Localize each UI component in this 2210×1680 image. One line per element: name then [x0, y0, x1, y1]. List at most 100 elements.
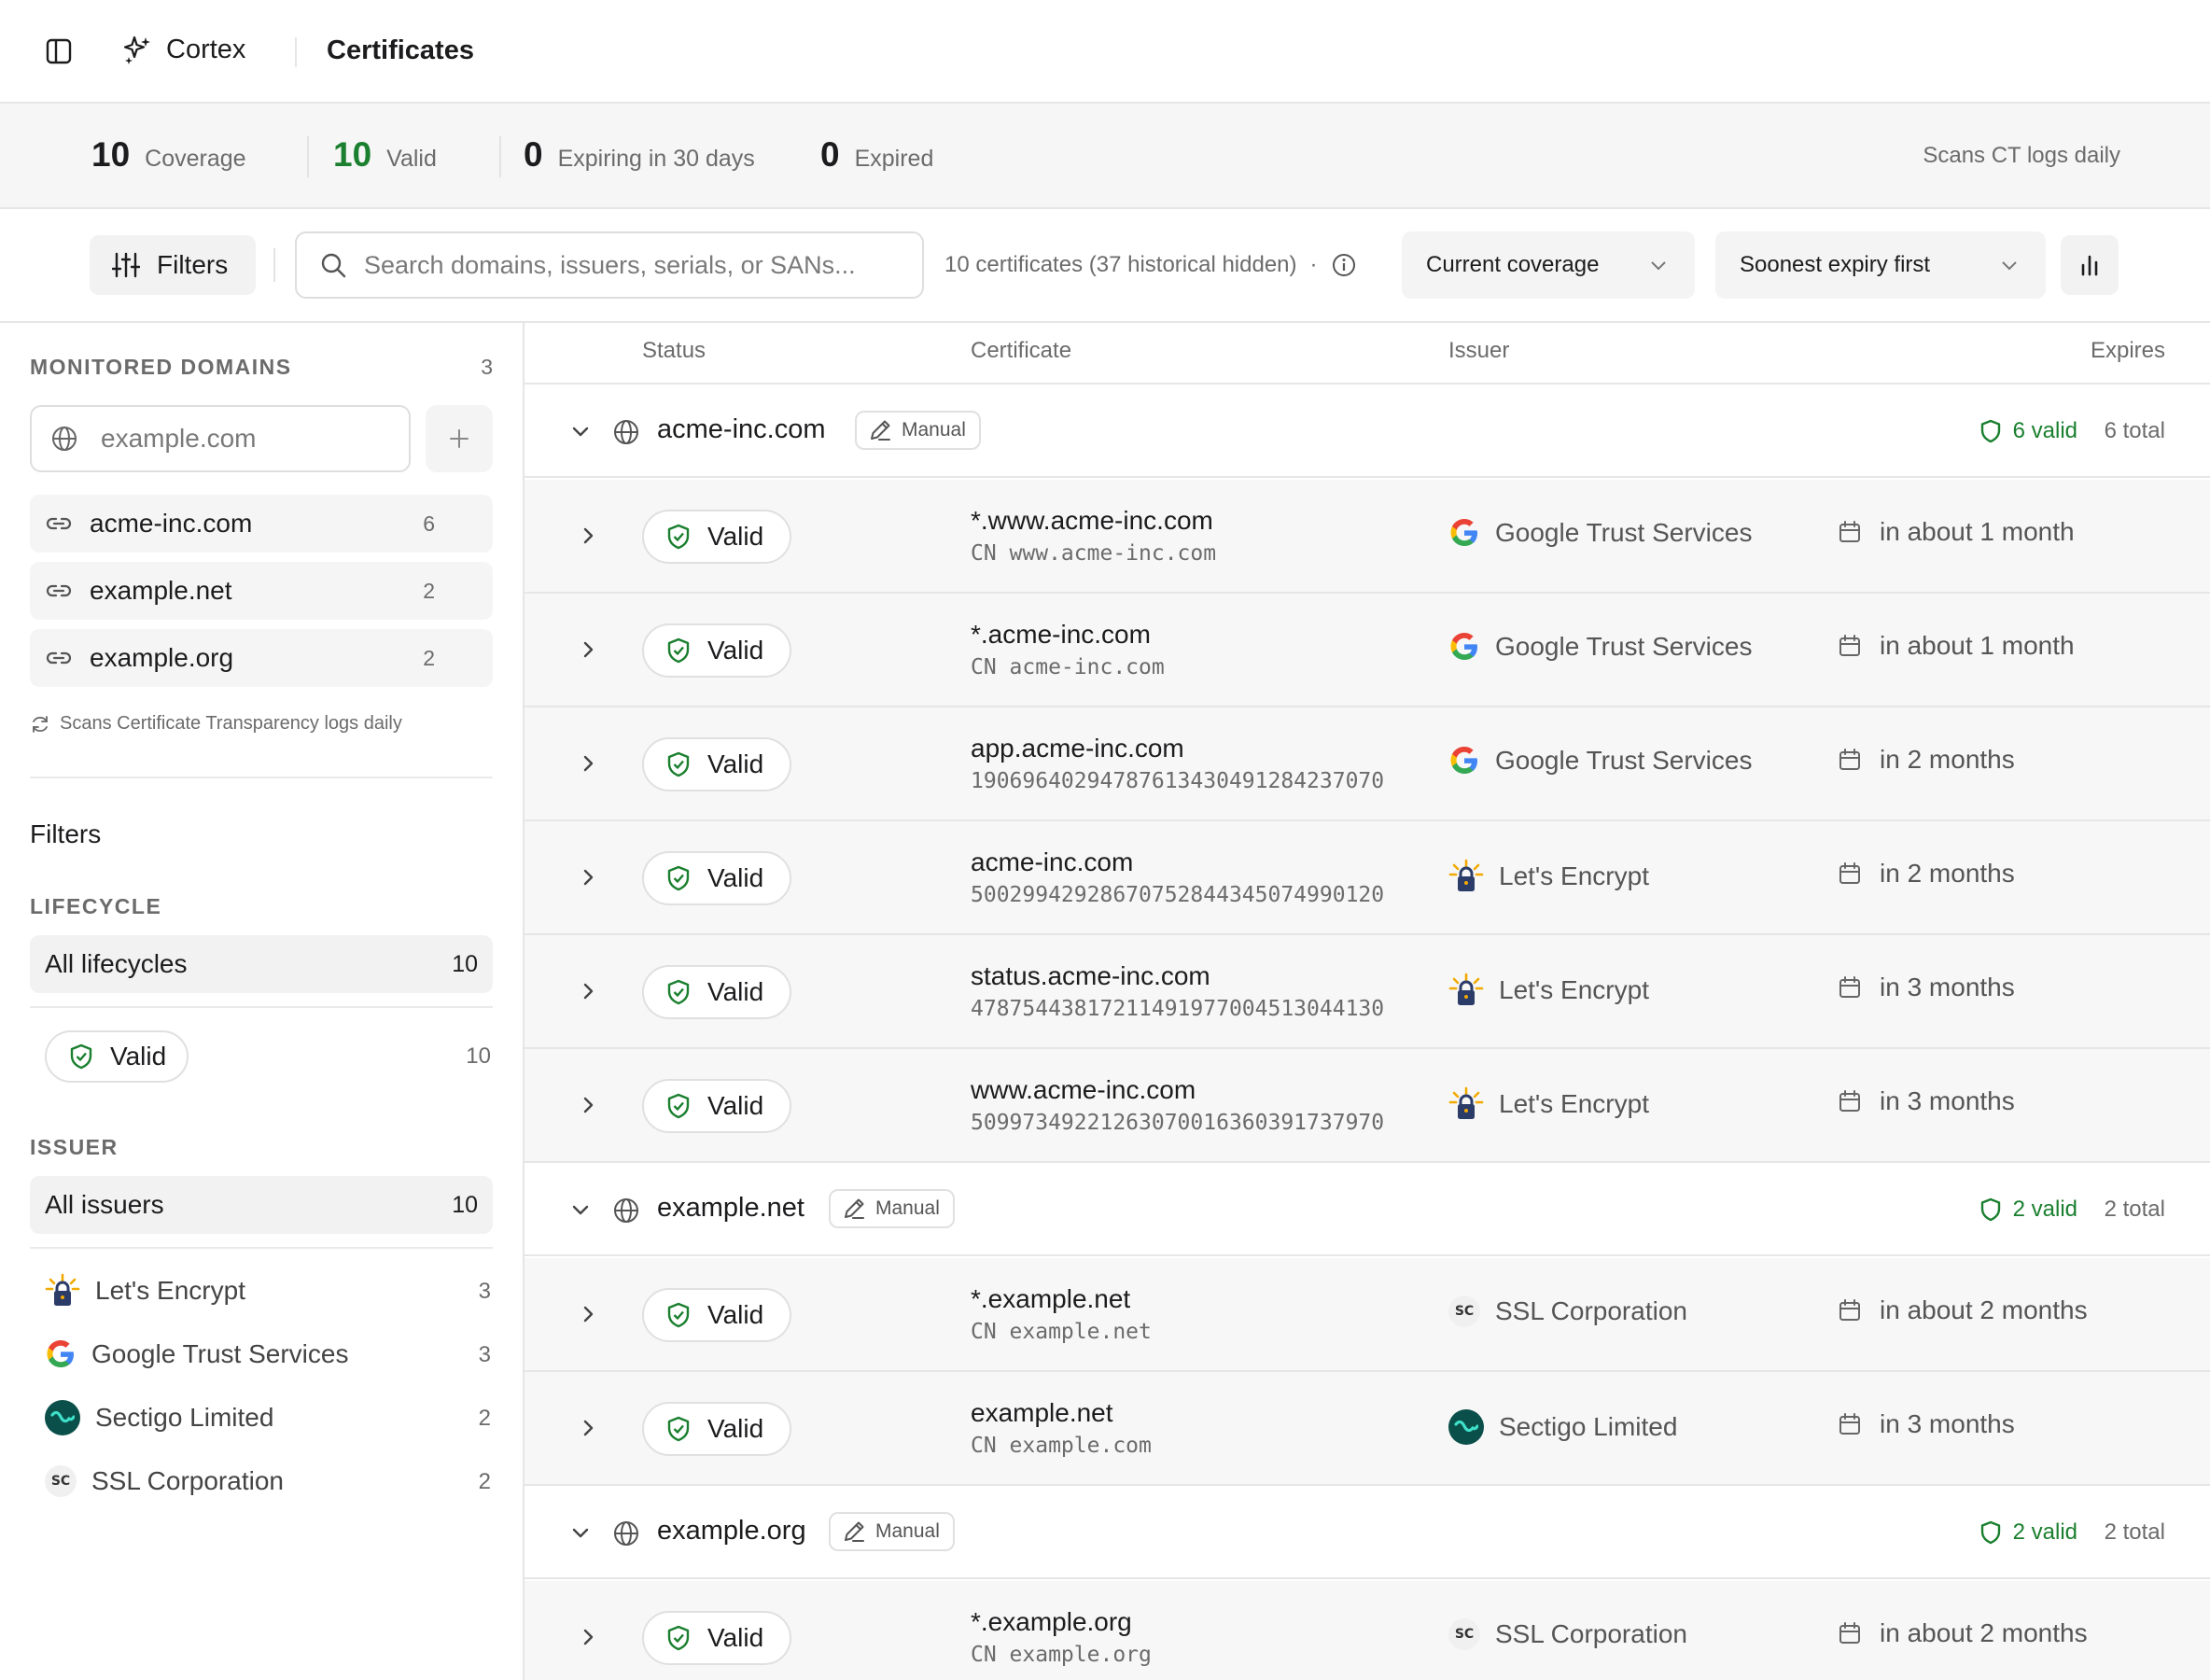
table-row[interactable]: Valid *.acme-inc.com CN acme-inc.com Goo… [525, 594, 2210, 707]
letsencrypt-icon [45, 1273, 80, 1309]
status-label: Valid [707, 1414, 764, 1443]
sidebar-domain-example-net[interactable]: example.net 2 [30, 562, 493, 620]
chevron-right-icon[interactable] [577, 638, 599, 661]
filter-all-lifecycles[interactable]: All lifecycles 10 [30, 935, 493, 993]
chevron-right-icon[interactable] [577, 1303, 599, 1325]
table-row[interactable]: Valid *.www.acme-inc.com CN www.acme-inc… [525, 480, 2210, 594]
table-row[interactable]: Valid acme-inc.com 500299429286707528443… [525, 821, 2210, 935]
filter-issuer-letsencrypt[interactable]: Let's Encrypt [45, 1267, 493, 1314]
calendar-icon [1837, 1411, 1863, 1437]
calendar-icon [1837, 974, 1863, 1001]
status-badge: Valid [642, 1611, 791, 1665]
stat-value: 10 [333, 135, 372, 174]
table-row[interactable]: Valid www.acme-inc.com 50997349221263070… [525, 1049, 2210, 1163]
chevron-right-icon[interactable] [577, 1094, 599, 1116]
chevron-right-icon[interactable] [577, 1417, 599, 1439]
domain-input[interactable]: example.com [30, 405, 411, 472]
sort-select[interactable]: Soonest expiry first [1715, 231, 2046, 299]
domain-input-placeholder: example.com [101, 424, 257, 453]
table-row[interactable]: Valid status.acme-inc.com 47875443817211… [525, 935, 2210, 1049]
stat-expired: 0 Expired [820, 135, 933, 175]
group-total-count: 2 total [2104, 1197, 2165, 1222]
issuer-name: SSL Corporation [91, 1466, 284, 1495]
chart-view-button[interactable] [2061, 235, 2119, 295]
filter-valid[interactable]: Valid [45, 1030, 189, 1083]
certificate-name: status.acme-inc.com [971, 961, 1210, 990]
certificate-name: *.www.acme-inc.com [971, 506, 1213, 535]
sectigo-icon [45, 1400, 80, 1435]
chevron-right-icon[interactable] [577, 1626, 599, 1648]
stats-bar: 10 Coverage 10 Valid 0 Expiring in 30 da… [0, 104, 2210, 209]
sidebar-domain-acme-inc[interactable]: acme-inc.com 6 [30, 495, 493, 553]
sidebar-toggle-icon[interactable] [45, 37, 73, 65]
filter-all-issuers[interactable]: All issuers 10 [30, 1176, 493, 1234]
chevron-right-icon[interactable] [577, 866, 599, 889]
domain-group[interactable]: example.net Manual 2 valid 2 total [525, 1163, 2210, 1256]
google-icon [1448, 745, 1480, 777]
certificate-name: www.acme-inc.com [971, 1075, 1196, 1104]
google-icon [1448, 631, 1480, 663]
issuer-name: Let's Encrypt [1499, 975, 1649, 1004]
domain-group[interactable]: acme-inc.com Manual 6 valid 6 total [525, 385, 2210, 478]
filters-button[interactable]: Filters [90, 235, 256, 295]
monitored-domains-heading: MONITORED DOMAINS [30, 355, 292, 379]
status-badge: Valid [642, 851, 791, 905]
calendar-icon [1837, 1297, 1863, 1323]
expires-cell: in 2 months [1837, 859, 2015, 889]
domain-group[interactable]: example.org Manual 2 valid 2 total [525, 1486, 2210, 1579]
column-header-expires[interactable]: Expires [2091, 338, 2165, 364]
filter-label: All issuers [45, 1190, 164, 1219]
top-bar: Cortex Certificates [0, 0, 2210, 104]
chevron-down-icon[interactable] [569, 420, 592, 442]
scan-note: Scans Certificate Transparency logs dail… [30, 713, 402, 735]
column-header-certificate[interactable]: Certificate [971, 338, 1071, 364]
toolbar: Filters Search domains, issuers, serials… [0, 209, 2210, 323]
domain-name: example.net [90, 576, 232, 605]
chevron-right-icon[interactable] [577, 980, 599, 1002]
shield-check-icon [666, 1093, 691, 1119]
info-icon[interactable] [1331, 252, 1357, 278]
filter-issuer-ssl-corporation[interactable]: SC SSL Corporation [45, 1458, 493, 1505]
issuer-name: Google Trust Services [1495, 746, 1753, 775]
chevron-down-icon[interactable] [569, 1198, 592, 1221]
certificate-subtitle: CN acme-inc.com [971, 655, 1165, 679]
column-header-status[interactable]: Status [642, 338, 706, 364]
brand[interactable]: Cortex [121, 34, 245, 65]
divider [307, 136, 309, 177]
letsencrypt-icon [1448, 973, 1484, 1008]
table-row[interactable]: Valid app.acme-inc.com 19069640294787613… [525, 707, 2210, 821]
group-total-count: 6 total [2104, 418, 2165, 443]
filter-issuer-google[interactable]: Google Trust Services [45, 1331, 493, 1378]
sc-icon: SC [1448, 1295, 1480, 1327]
filter-issuer-sectigo[interactable]: Sectigo Limited [45, 1394, 493, 1441]
sidebar-domain-example-org[interactable]: example.org 2 [30, 629, 493, 687]
monitored-domains-count: 3 [481, 355, 493, 379]
chevron-right-icon[interactable] [577, 525, 599, 547]
results-count-text: 10 certificates (37 historical hidden) [944, 252, 1297, 277]
certificate-subtitle: CN www.acme-inc.com [971, 541, 1217, 566]
coverage-select[interactable]: Current coverage [1402, 231, 1695, 299]
stat-value: 10 [91, 135, 131, 174]
issuer-name: Sectigo Limited [1499, 1412, 1678, 1441]
google-icon [1448, 517, 1480, 549]
certificate-subtitle: 50029942928670752844345074990120 [971, 883, 1385, 907]
chevron-down-icon[interactable] [569, 1521, 592, 1544]
stat-coverage: 10 Coverage [91, 135, 246, 175]
table-row[interactable]: Valid *.example.net CN example.net SC SS… [525, 1258, 2210, 1372]
chevron-right-icon[interactable] [577, 752, 599, 775]
pencil-icon [842, 1197, 866, 1221]
app-name: Cortex [166, 34, 246, 64]
table-row[interactable]: Valid *.example.org CN example.org SC SS… [525, 1581, 2210, 1680]
filters-heading: Filters [30, 819, 102, 848]
column-header-issuer[interactable]: Issuer [1448, 338, 1509, 364]
calendar-icon [1837, 861, 1863, 887]
calendar-icon [1837, 633, 1863, 659]
sort-select-value: Soonest expiry first [1740, 252, 1931, 277]
add-domain-button[interactable] [426, 405, 493, 472]
domain-count: 2 [423, 645, 435, 670]
search-input[interactable]: Search domains, issuers, serials, or SAN… [295, 231, 924, 299]
table-row[interactable]: Valid example.net CN example.com Sectigo… [525, 1372, 2210, 1486]
link-icon [45, 644, 73, 672]
issuer-name: Google Trust Services [91, 1339, 349, 1368]
manual-tag-label: Manual [875, 1197, 940, 1219]
